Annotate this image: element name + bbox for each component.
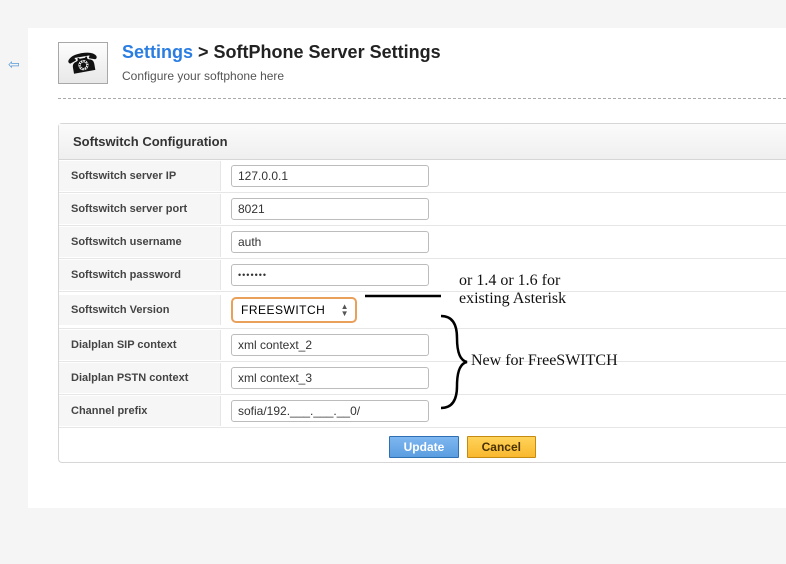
- label-sip-context: Dialplan SIP context: [59, 330, 221, 360]
- input-pstn-context[interactable]: [231, 367, 429, 389]
- input-sip-context[interactable]: [231, 334, 429, 356]
- cancel-button[interactable]: Cancel: [467, 436, 536, 458]
- label-username: Softswitch username: [59, 227, 221, 257]
- page-header: ☎ Settings > SoftPhone Server Settings C…: [58, 42, 786, 99]
- panel-title: Softswitch Configuration: [59, 124, 786, 160]
- select-version-value: FREESWITCH: [241, 303, 325, 317]
- label-server-port: Softswitch server port: [59, 194, 221, 224]
- breadcrumb: Settings > SoftPhone Server Settings: [122, 42, 441, 63]
- label-pstn-context: Dialplan PSTN context: [59, 363, 221, 393]
- phone-glyph: ☎: [64, 45, 101, 81]
- label-password: Softswitch password: [59, 260, 221, 290]
- phone-icon: ☎: [58, 42, 108, 84]
- breadcrumb-sep: >: [193, 42, 214, 62]
- config-panel: Softswitch Configuration Softswitch serv…: [58, 123, 786, 463]
- button-row: Update Cancel: [59, 428, 786, 462]
- page-title: SoftPhone Server Settings: [214, 42, 441, 62]
- input-server-ip[interactable]: [231, 165, 429, 187]
- breadcrumb-link-settings[interactable]: Settings: [122, 42, 193, 62]
- back-icon[interactable]: ⇦: [8, 56, 20, 73]
- input-password[interactable]: [231, 264, 429, 286]
- page-container: ☎ Settings > SoftPhone Server Settings C…: [28, 28, 786, 508]
- label-version: Softswitch Version: [59, 295, 221, 325]
- input-username[interactable]: [231, 231, 429, 253]
- update-button[interactable]: Update: [389, 436, 460, 458]
- select-arrows-icon: ▲▼: [341, 303, 349, 317]
- input-server-port[interactable]: [231, 198, 429, 220]
- label-channel-prefix: Channel prefix: [59, 396, 221, 426]
- select-version[interactable]: FREESWITCH ▲▼: [231, 297, 357, 323]
- input-channel-prefix[interactable]: [231, 400, 429, 422]
- label-server-ip: Softswitch server IP: [59, 161, 221, 191]
- page-subtitle: Configure your softphone here: [122, 69, 441, 83]
